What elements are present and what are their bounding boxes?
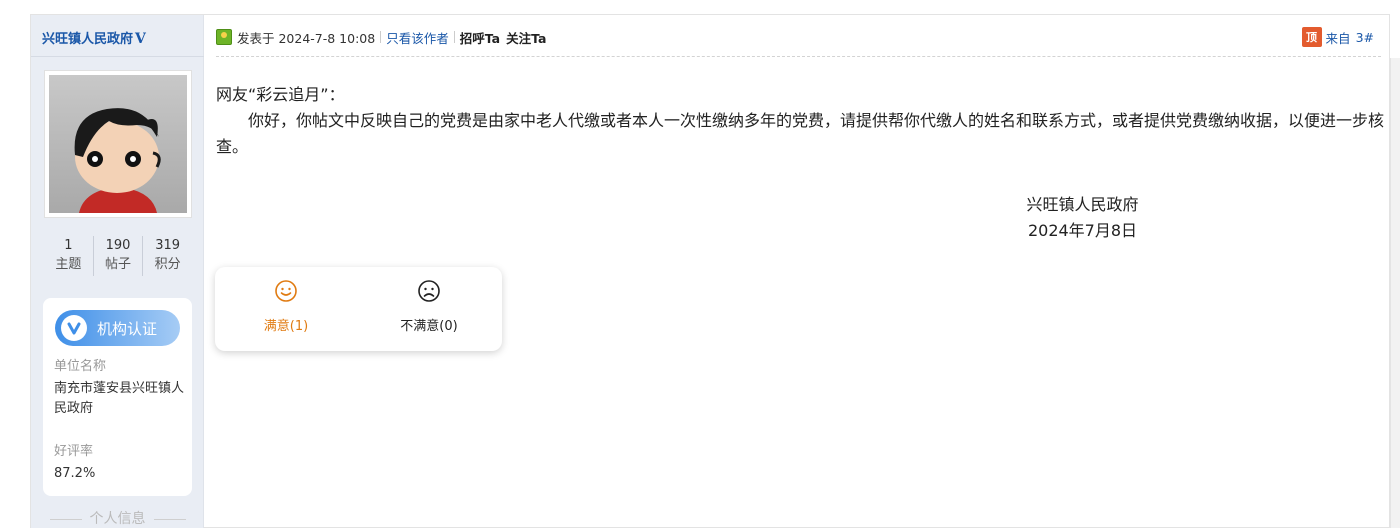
signature-org: 兴旺镇人民政府: [1026, 195, 1139, 214]
online-status-icon: [216, 29, 232, 45]
personal-info-header: 个人信息: [31, 508, 204, 528]
divider: [31, 56, 204, 57]
unit-name-value: 南充市蓬安县兴旺镇人民政府: [54, 381, 185, 416]
scrollbar-track[interactable]: [1390, 58, 1400, 528]
rating-value: 87.2%: [54, 466, 96, 481]
institution-cert-badge: 机构认证: [55, 310, 180, 346]
rating-label: 好评率: [54, 444, 94, 459]
stat-label: 积分: [154, 257, 181, 272]
satisfied-label: 满意(1): [263, 319, 309, 334]
verified-v-badge: V: [135, 31, 146, 47]
follow-link[interactable]: 关注Ta: [506, 28, 546, 47]
post-content: 网友“彩云追月”： 你好，你帖文中反映自己的党费是由家中老人代缴或者本人一次性缴…: [216, 82, 1384, 160]
stat-value: 190: [105, 238, 131, 253]
satisfied-button[interactable]: 满意(1): [241, 279, 331, 334]
certification-card: 机构认证 单位名称 南充市蓬安县兴旺镇人民政府 好评率 87.2%: [43, 298, 192, 496]
personal-info-label: 个人信息: [89, 511, 146, 527]
floor-number[interactable]: 3#: [1356, 30, 1374, 45]
author-stats: 1 主题 190 帖子 319 积分: [44, 236, 192, 276]
avatar-image: [49, 75, 187, 213]
greet-link[interactable]: 招呼Ta: [460, 28, 500, 47]
author-name-text[interactable]: 兴旺镇人民政府: [42, 32, 133, 47]
signature-date: 2024年7月8日: [1027, 221, 1138, 240]
divider: [380, 31, 382, 43]
unsatisfied-label: 不满意(0): [400, 319, 458, 334]
top-post-icon[interactable]: 顶: [1301, 27, 1322, 47]
divider: [49, 518, 82, 520]
unit-name-label: 单位名称: [54, 359, 107, 374]
post-timestamp: 发表于 2024-7-8 10:08: [237, 30, 376, 46]
smile-icon: [275, 280, 297, 302]
stat-label: 主题: [55, 257, 82, 272]
divider: [153, 518, 186, 520]
stat-posts[interactable]: 190 帖子: [92, 236, 143, 276]
divider: [453, 31, 455, 43]
post-source: 顶 来自 3#: [1301, 27, 1374, 47]
author-name[interactable]: 兴旺镇人民政府 V: [42, 28, 146, 47]
satisfaction-rating: 满意(1) 不满意(0): [215, 267, 502, 351]
greeting-line: 网友“彩云追月”：: [216, 85, 345, 104]
stat-topics[interactable]: 1 主题: [44, 236, 93, 276]
from-label[interactable]: 来自: [1326, 28, 1351, 47]
divider: [216, 56, 1381, 57]
author-only-link[interactable]: 只看该作者: [386, 28, 449, 47]
stat-value: 319: [155, 238, 181, 253]
stat-label: 帖子: [105, 257, 132, 272]
stat-value: 1: [64, 238, 73, 253]
post-meta: 发表于 2024-7-8 10:08 只看该作者 招呼Ta 关注Ta: [216, 27, 552, 47]
cert-badge-label: 机构认证: [97, 319, 158, 338]
frown-icon: [418, 280, 440, 302]
stat-points[interactable]: 319 积分: [142, 236, 192, 276]
verified-check-icon: [61, 315, 87, 341]
post-body: 你好，你帖文中反映自己的党费是由家中老人代缴或者本人一次性缴纳多年的党费，请提供…: [216, 111, 1385, 156]
unsatisfied-button[interactable]: 不满意(0): [384, 279, 474, 334]
avatar[interactable]: [44, 70, 192, 218]
